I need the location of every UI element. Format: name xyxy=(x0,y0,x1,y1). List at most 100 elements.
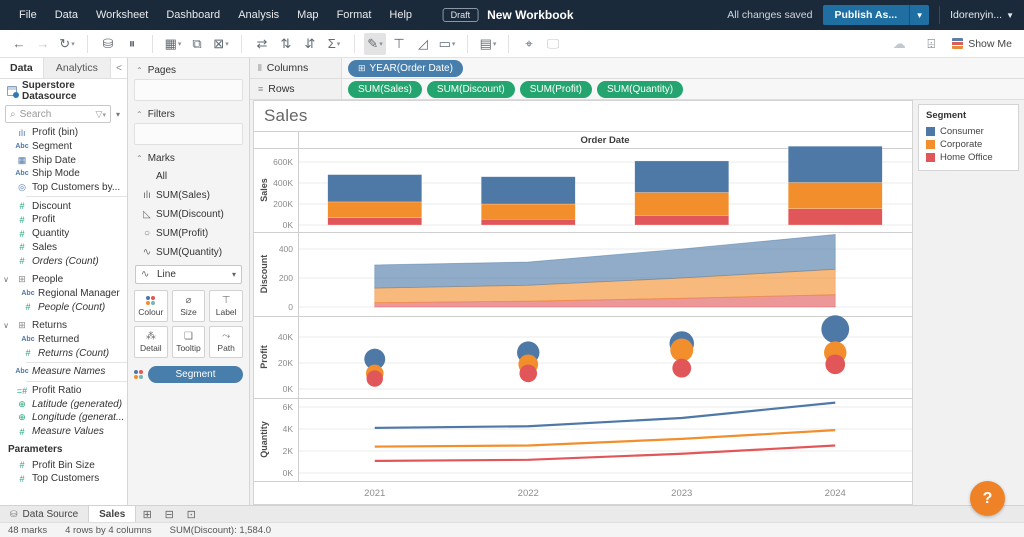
show-mark-labels-icon[interactable]: ⊤ xyxy=(388,33,410,55)
bar-mark-consumer[interactable] xyxy=(634,160,729,193)
field-item[interactable]: ◎ Top Customers by... xyxy=(0,181,127,195)
publish-as-button[interactable]: Publish As... xyxy=(822,5,910,25)
download-icon[interactable]: ⌖ xyxy=(518,33,540,55)
publish-caret-icon[interactable]: ▼ xyxy=(909,5,930,25)
user-menu[interactable]: Idorenyin... ▼ xyxy=(950,9,1014,21)
field-item[interactable]: =# Profit Ratio xyxy=(0,384,127,398)
clear-sheet-icon[interactable]: ⊠ ▾ xyxy=(210,33,232,55)
pill-year-order-date[interactable]: ⊞ YEAR(Order Date) xyxy=(348,59,463,77)
chart-svg[interactable]: Order Date 0K 200K 400K 600K Sales 0 200 400 Disc… xyxy=(254,101,912,504)
label-button[interactable]: ⊤ Label xyxy=(209,290,243,322)
circle-mark-consumer[interactable] xyxy=(821,315,850,344)
circle-mark-home-office[interactable] xyxy=(366,370,383,387)
field-item[interactable]: # People (Count) xyxy=(0,300,127,314)
segment-pill[interactable]: Segment xyxy=(148,366,243,383)
field-item[interactable]: Abc Measure Names xyxy=(0,365,127,379)
line-mark-home-office[interactable] xyxy=(374,444,836,462)
pages-shelf[interactable] xyxy=(134,79,243,101)
presentation-mode-icon[interactable]: 🖵 xyxy=(542,33,564,55)
field-item[interactable]: Abc Regional Manager xyxy=(0,287,127,301)
legend-item-home-office[interactable]: Home Office xyxy=(926,151,1011,164)
field-item[interactable]: # Profit Bin Size xyxy=(0,458,127,472)
menu-worksheet[interactable]: Worksheet xyxy=(87,0,157,30)
menu-data[interactable]: Data xyxy=(46,0,87,30)
sort-descending-icon[interactable]: ⇵ xyxy=(299,33,321,55)
rows-shelf[interactable]: ≡ Rows SUM(Sales) SUM(Discount) SUM(Profit)… xyxy=(250,79,1024,100)
bar-mark-corporate[interactable] xyxy=(327,201,422,218)
bar-mark-corporate[interactable] xyxy=(788,182,883,209)
field-item[interactable]: Abc Returned xyxy=(0,333,127,347)
field-item[interactable]: # Top Customers xyxy=(0,472,127,486)
detail-button[interactable]: ⁂ Detail xyxy=(134,326,168,358)
tooltip-button[interactable]: ❏ Tooltip xyxy=(171,326,206,358)
path-button[interactable]: ⤳ Path xyxy=(209,326,243,358)
bar-mark-consumer[interactable] xyxy=(327,174,422,203)
collapse-pane-icon[interactable]: < xyxy=(111,58,127,78)
menu-analysis[interactable]: Analysis xyxy=(229,0,288,30)
filter-funnel-icon[interactable]: ▽▾ xyxy=(96,109,106,120)
field-item[interactable]: ılı Profit (bin) xyxy=(0,126,127,140)
bar-mark-home-office[interactable] xyxy=(327,217,422,226)
legend-item-consumer[interactable]: Consumer xyxy=(926,125,1011,138)
marks-item-sumquantity[interactable]: ∿ SUM(Quantity) xyxy=(134,243,243,262)
pause-updates-icon[interactable]: ⏸ xyxy=(121,33,143,55)
bar-mark-home-office[interactable] xyxy=(634,215,729,226)
new-data-source-icon[interactable]: ⛁ xyxy=(97,33,119,55)
bar-mark-consumer[interactable] xyxy=(481,176,576,205)
marks-item-sumdiscount[interactable]: ◺ SUM(Discount) xyxy=(134,205,243,224)
tab-analytics[interactable]: Analytics xyxy=(42,58,111,78)
menu-help[interactable]: Help xyxy=(380,0,421,30)
filters-shelf[interactable] xyxy=(134,123,243,145)
mark-type-dropdown[interactable]: ∿ Line ▾ xyxy=(135,265,242,284)
field-item[interactable]: # Profit xyxy=(0,213,127,227)
bar-mark-corporate[interactable] xyxy=(481,203,576,220)
show-me-button[interactable]: Show Me xyxy=(952,38,1012,50)
search-input[interactable]: ⌕ Search ▽▾ xyxy=(5,105,111,123)
new-dashboard-button[interactable]: ⊟ xyxy=(158,506,180,522)
fit-icon[interactable]: ▭ ▾ xyxy=(436,33,458,55)
forward-icon[interactable]: → xyxy=(32,33,54,55)
marks-item-sumsales[interactable]: ılı SUM(Sales) xyxy=(134,186,243,205)
totals-icon[interactable]: Σ ▾ xyxy=(323,33,345,55)
cloud-icon[interactable]: ☁ xyxy=(888,33,910,55)
swap-axes-icon[interactable]: ⇄ xyxy=(251,33,273,55)
pages-card-header[interactable]: ⌃ Pages xyxy=(134,63,243,79)
circle-mark-home-office[interactable] xyxy=(672,358,692,378)
circle-mark-corporate[interactable] xyxy=(670,338,694,362)
field-group-people[interactable]: ∨ ⊞ People xyxy=(0,273,127,287)
field-item[interactable]: ⊕ Longitude (generat... xyxy=(0,411,127,425)
pill-sumprofit[interactable]: SUM(Profit) xyxy=(519,80,592,98)
field-item[interactable]: # Returns (Count) xyxy=(0,346,127,360)
field-item[interactable]: # Quantity xyxy=(0,227,127,241)
tab-data-source[interactable]: ⛁ Data Source xyxy=(0,506,88,522)
new-worksheet-icon[interactable]: ▦ ▾ xyxy=(162,33,184,55)
menu-map[interactable]: Map xyxy=(288,0,327,30)
new-story-button[interactable]: ⊡ xyxy=(180,506,202,522)
marks-item-sumprofit[interactable]: ○ SUM(Profit) xyxy=(134,224,243,243)
pill-sumquantity[interactable]: SUM(Quantity) xyxy=(596,80,684,98)
redo-icon[interactable]: ↻ ▾ xyxy=(56,33,78,55)
datasource-row[interactable]: Superstore Datasource xyxy=(0,79,127,103)
field-item[interactable]: Abc Ship Mode xyxy=(0,167,127,181)
bar-mark-consumer[interactable] xyxy=(788,146,883,183)
bar-mark-home-office[interactable] xyxy=(788,208,883,226)
line-mark-consumer[interactable] xyxy=(374,401,836,429)
circle-mark-home-office[interactable] xyxy=(825,354,846,375)
size-button[interactable]: ⌀ Size xyxy=(171,290,206,322)
duplicate-icon[interactable]: ⧉ xyxy=(186,33,208,55)
annotate-icon[interactable]: ◿ xyxy=(412,33,434,55)
marks-card-header[interactable]: ⌃ Marks xyxy=(134,151,243,167)
highlight-icon[interactable]: ✎ ▾ xyxy=(364,32,386,55)
colour-button[interactable]: Colour xyxy=(134,290,168,322)
filters-card-header[interactable]: ⌃ Filters xyxy=(134,107,243,123)
field-item[interactable]: # Orders (Count) xyxy=(0,254,127,268)
pill-sumdiscount[interactable]: SUM(Discount) xyxy=(426,80,515,98)
field-options-caret-icon[interactable]: ▾ xyxy=(114,110,122,119)
back-icon[interactable]: ← xyxy=(8,33,30,55)
sheet-canvas[interactable]: Sales Order Date 0K 200K 400K 600K Sales 0 200 4… xyxy=(253,100,913,505)
tab-data[interactable]: Data xyxy=(0,58,43,78)
circle-mark-home-office[interactable] xyxy=(519,364,538,383)
menu-format[interactable]: Format xyxy=(328,0,381,30)
bar-mark-home-office[interactable] xyxy=(481,218,576,226)
field-item[interactable]: # Measure Values xyxy=(0,425,127,439)
